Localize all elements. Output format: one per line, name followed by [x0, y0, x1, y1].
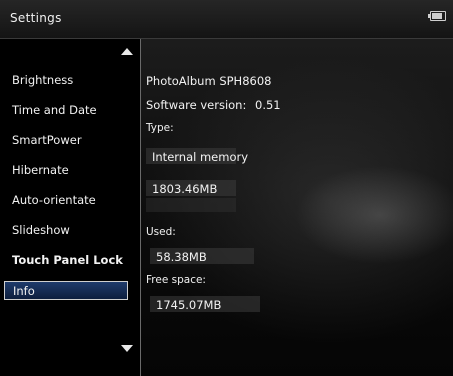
type-label: Type:	[146, 122, 174, 134]
menu-item-brightness[interactable]: Brightness	[12, 73, 73, 87]
page-title: Settings	[10, 11, 62, 25]
menu-item-auto-orientate[interactable]: Auto-orientate	[12, 193, 96, 207]
software-version-value: 0.51	[255, 98, 281, 112]
battery-icon	[428, 11, 446, 21]
used-label: Used:	[146, 226, 176, 238]
used-value: 58.38MB	[156, 250, 207, 264]
menu-item-time-and-date[interactable]: Time and Date	[12, 103, 97, 117]
menu-item-smartpower[interactable]: SmartPower	[12, 133, 82, 147]
settings-menu: Brightness Time and Date SmartPower Hibe…	[0, 39, 141, 376]
menu-item-hibernate[interactable]: Hibernate	[12, 163, 69, 177]
menu-item-info[interactable]: Info	[4, 281, 128, 300]
memory-type-value: Internal memory	[152, 150, 249, 164]
triangle-up-icon[interactable]	[121, 48, 133, 55]
menu-item-touch-panel-lock[interactable]: Touch Panel Lock	[12, 253, 123, 267]
total-memory-value: 1803.46MB	[152, 182, 218, 196]
free-space-label: Free space:	[146, 274, 206, 286]
triangle-down-icon[interactable]	[121, 345, 133, 352]
total-box-lower	[146, 198, 236, 212]
title-bar: Settings	[0, 0, 453, 39]
menu-item-slideshow[interactable]: Slideshow	[12, 223, 70, 237]
software-version-label: Software version:	[146, 98, 247, 112]
free-space-value: 1745.07MB	[156, 298, 222, 312]
settings-screen: Settings Brightness Time and Date SmartP…	[0, 0, 453, 376]
model-name: PhotoAlbum SPH8608	[146, 74, 272, 88]
battery-level	[432, 13, 442, 19]
